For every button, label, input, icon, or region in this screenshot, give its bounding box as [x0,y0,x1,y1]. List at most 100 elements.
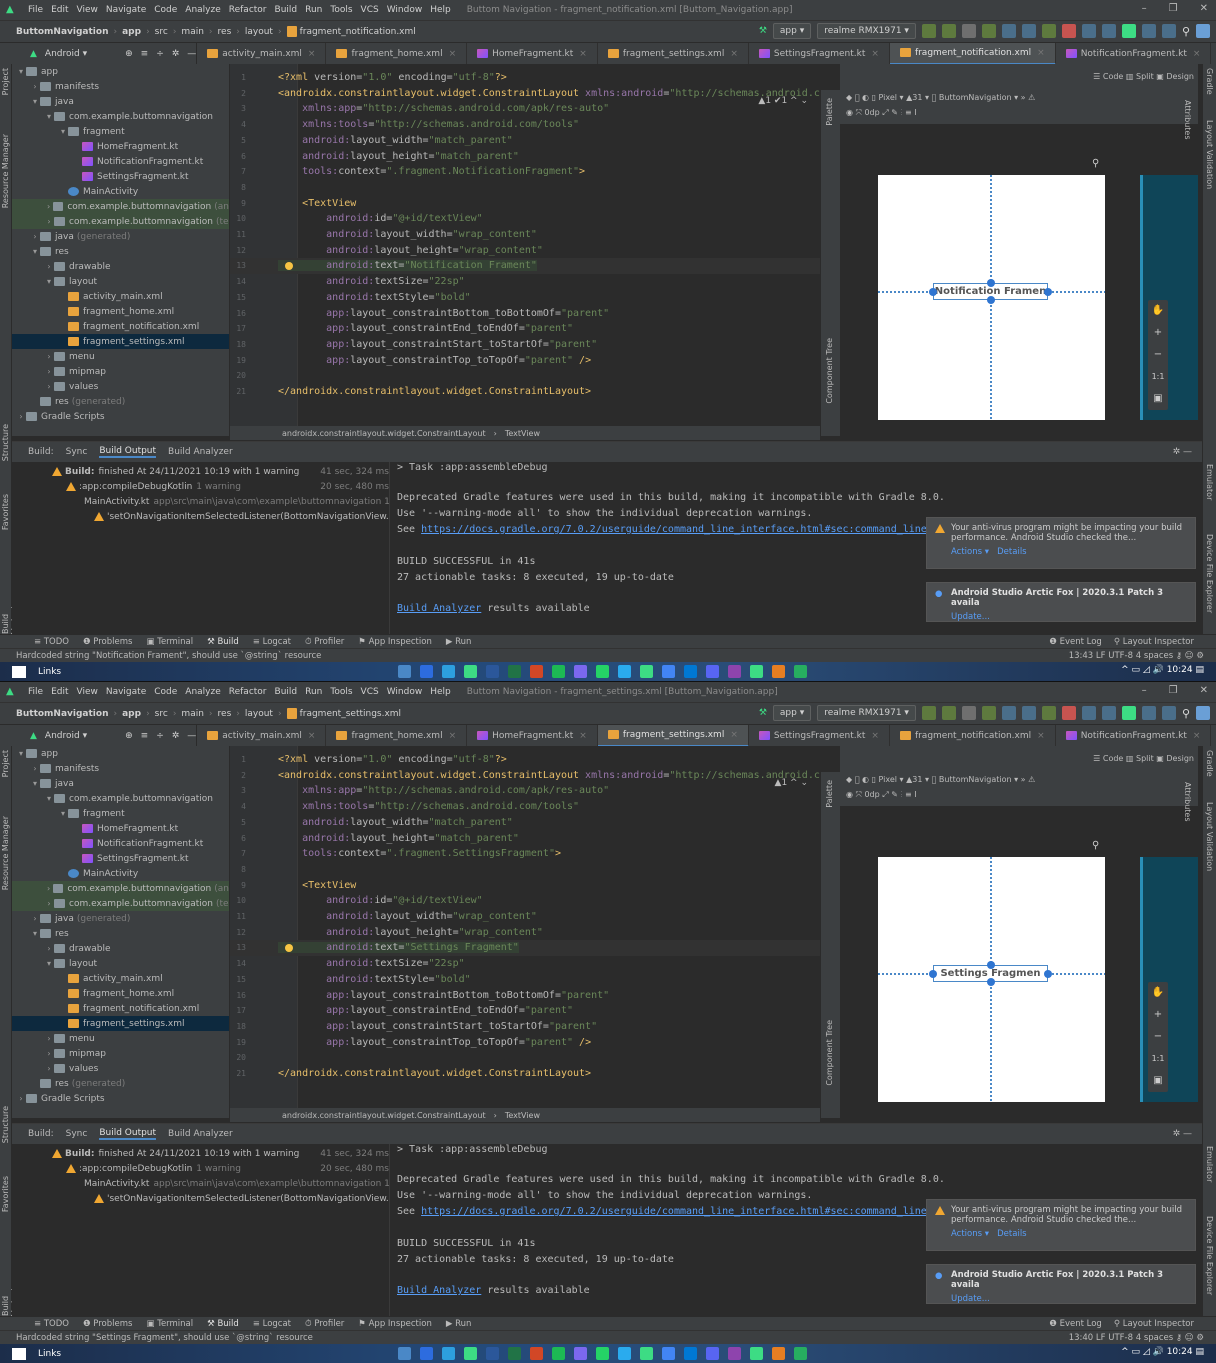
breadcrumb-layout[interactable]: layout [245,27,273,37]
tree-item[interactable]: HomeFragment.kt [12,139,229,154]
antivirus-notification[interactable]: Your anti-virus program might be impacti… [926,1199,1196,1251]
build-row-finished[interactable]: Build: finished At 24/11/2021 10:19 with… [12,1146,389,1161]
app-icon-edge[interactable] [464,1347,477,1360]
account-icon[interactable] [1196,24,1210,38]
code-line[interactable]: 11 android:layout_width="wrap_content" [230,909,820,925]
tool-button-app-inspection[interactable]: ⚑ App Inspection [358,1319,432,1329]
code-line[interactable]: 5 android:layout_width="match_parent" [230,815,820,831]
close-button[interactable]: ✕ [1200,685,1208,696]
design-toolbar-row1[interactable]: ◆ ⃠ ◐ ▯ Pixel ▾ ▲31 ▾ ⓒ ButtomNavigation… [846,775,1035,784]
tool-tab-structure[interactable]: Structure [1,1106,10,1143]
tab-fragment_notification-xml[interactable]: fragment_notification.xml × [890,724,1056,747]
design-toolbar-row1[interactable]: ◆ ⃠ ◐ ▯ Pixel ▾ ▲31 ▾ ⓒ ButtomNavigation… [846,93,1035,102]
attributes-tab[interactable]: Attributes [1183,782,1192,822]
tool-button-run[interactable]: ▶ Run [446,637,472,647]
tree-item[interactable]: SettingsFragment.kt [12,169,229,184]
code-line[interactable]: 17 app:layout_constraintEnd_toEndOf="par… [230,1003,820,1019]
sdk-manager-icon[interactable] [1101,24,1116,38]
expand-all-icon[interactable]: ≡ [141,49,149,59]
app-icon-misc[interactable] [772,1347,785,1360]
build-row-compile[interactable]: :app:compileDebugKotlin 1 warning 20 sec… [12,479,389,494]
project-view-select[interactable]: ▲ Android ▾ ⊕ ≡ ÷ ✲ — [0,724,198,747]
menu-analyze[interactable]: Analyze [185,687,220,697]
device-select[interactable]: realme RMX1971 ▾ [817,705,916,721]
maximize-button[interactable]: ❐ [1169,685,1178,696]
design-toolbar-row2[interactable]: ◉ ⤧ 0dp ⤢ ✎ ⫶ ≡ I [846,790,917,800]
code-editor[interactable]: 1 <?xml version="1.0" encoding="utf-8"?> 2… [230,64,820,426]
close-tab-icon[interactable]: × [579,731,587,741]
menu-vcs[interactable]: VCS [361,5,379,15]
start-anchor-handle[interactable] [929,288,937,296]
app-icon-android-studio[interactable] [640,665,653,678]
tab-sync[interactable]: Sync [66,1129,88,1139]
app-icon-studio-2[interactable] [750,665,763,678]
tab-notificationfragment-kt[interactable]: NotificationFragment.kt × [1056,724,1212,747]
project-view-select[interactable]: ▲ Android ▾ ⊕ ≡ ÷ ✲ — [0,42,198,65]
chevron-right-icon[interactable]: › [16,1094,26,1103]
palette-tab[interactable]: Palette [825,780,834,808]
tool-button-problems[interactable]: ❶ Problems [83,1319,133,1329]
chevron-right-icon[interactable]: › [44,944,54,953]
tool-tab-structure[interactable]: Structure [1,424,10,461]
tab-homefragment-kt[interactable]: HomeFragment.kt × [467,42,598,65]
code-line[interactable]: 4 xmlns:tools="http://schemas.android.co… [230,117,820,133]
code-line[interactable]: 3 xmlns:app="http://schemas.android.com/… [230,783,820,799]
app-icon-explorer[interactable] [398,665,411,678]
zoom-1to1-button[interactable]: 1:1 [1148,366,1168,388]
chevron-right-icon[interactable]: › [30,914,40,923]
status-indicators[interactable]: 13:40 LF UTF-8 4 spaces ⚷ ☺ ⚙ [1069,1333,1204,1343]
menu-help[interactable]: Help [430,687,451,697]
tool-button-logcat[interactable]: ≡ Logcat [253,637,291,647]
pin-icon[interactable]: ⚲ [1092,158,1099,169]
run-icon[interactable] [921,24,936,38]
tool-button-terminal[interactable]: ▣ Terminal [146,637,193,647]
code-line[interactable]: 19 app:layout_constraintTop_toTopOf="par… [230,1035,820,1051]
tree-item[interactable]: › Gradle Scripts [12,1091,229,1106]
code-line[interactable]: 16 app:layout_constraintBottom_toBottomO… [230,306,820,322]
menu-window[interactable]: Window [387,5,423,15]
build-row-warning[interactable]: 'setOnNavigationItemSelectedListener(Bot… [12,509,389,524]
editor-mode-switch[interactable]: ☰ Code ▥ Split ▣ Design [1093,72,1194,81]
tool-button-profiler[interactable]: ⏱ Profiler [305,637,344,647]
code-line[interactable]: 8 [230,180,820,196]
code-line[interactable]: 3 xmlns:app="http://schemas.android.com/… [230,101,820,117]
app-icon-chrome[interactable] [662,665,675,678]
code-line[interactable]: 16 app:layout_constraintBottom_toBottomO… [230,988,820,1004]
sync-icon[interactable] [1041,706,1056,720]
close-tab-icon[interactable]: × [308,49,316,59]
menu-build[interactable]: Build [275,5,298,15]
chevron-right-icon[interactable]: › [44,899,54,908]
windows-start-icon[interactable] [12,1347,26,1360]
app-icon-explorer[interactable] [398,1347,411,1360]
zoom-out-button[interactable]: − [1148,1026,1168,1048]
pan-icon[interactable]: ✋ [1148,300,1168,322]
code-line[interactable]: 18 app:layout_constraintStart_toStartOf=… [230,1019,820,1035]
tree-item[interactable]: ▾ com.example.buttomnavigation [12,791,229,806]
close-tab-icon[interactable]: × [1193,49,1201,59]
tree-item[interactable]: › menu [12,349,229,364]
app-icon-photos[interactable] [574,665,587,678]
build-analyzer-link[interactable]: Build Analyzer [397,1285,481,1296]
notification-actions-link[interactable]: Actions ▾ [951,547,989,557]
chevron-down-icon[interactable]: ▾ [58,809,68,818]
code-line[interactable]: 9 <TextView [230,878,820,894]
chevron-right-icon[interactable]: › [30,764,40,773]
tree-item[interactable]: ▾ app [12,746,229,761]
chevron-right-icon[interactable]: › [44,884,53,893]
tool-button-problems[interactable]: ❶ Problems [83,637,133,647]
code-editor[interactable]: 1 <?xml version="1.0" encoding="utf-8"?> 2… [230,746,820,1108]
chevron-right-icon[interactable]: › [30,232,40,241]
code-line[interactable]: 11 android:layout_width="wrap_content" [230,227,820,243]
close-tab-icon[interactable]: × [730,49,738,59]
device-manager-icon[interactable] [1081,24,1096,38]
code-line[interactable]: 12 android:layout_height="wrap_content" [230,925,820,941]
collapse-all-icon[interactable]: ÷ [156,731,164,741]
collapse-all-icon[interactable]: ÷ [156,49,164,59]
chevron-right-icon[interactable]: › [44,352,54,361]
tree-item[interactable]: ▾ com.example.buttomnavigation [12,109,229,124]
avd-icon[interactable] [1121,706,1136,720]
code-line[interactable]: 18 app:layout_constraintStart_toStartOf=… [230,337,820,353]
build-row-compile[interactable]: :app:compileDebugKotlin 1 warning 20 sec… [12,1161,389,1176]
chevron-down-icon[interactable]: ▾ [44,794,54,803]
tool-tab-device-file-explorer[interactable]: Device File Explorer [1205,534,1214,613]
